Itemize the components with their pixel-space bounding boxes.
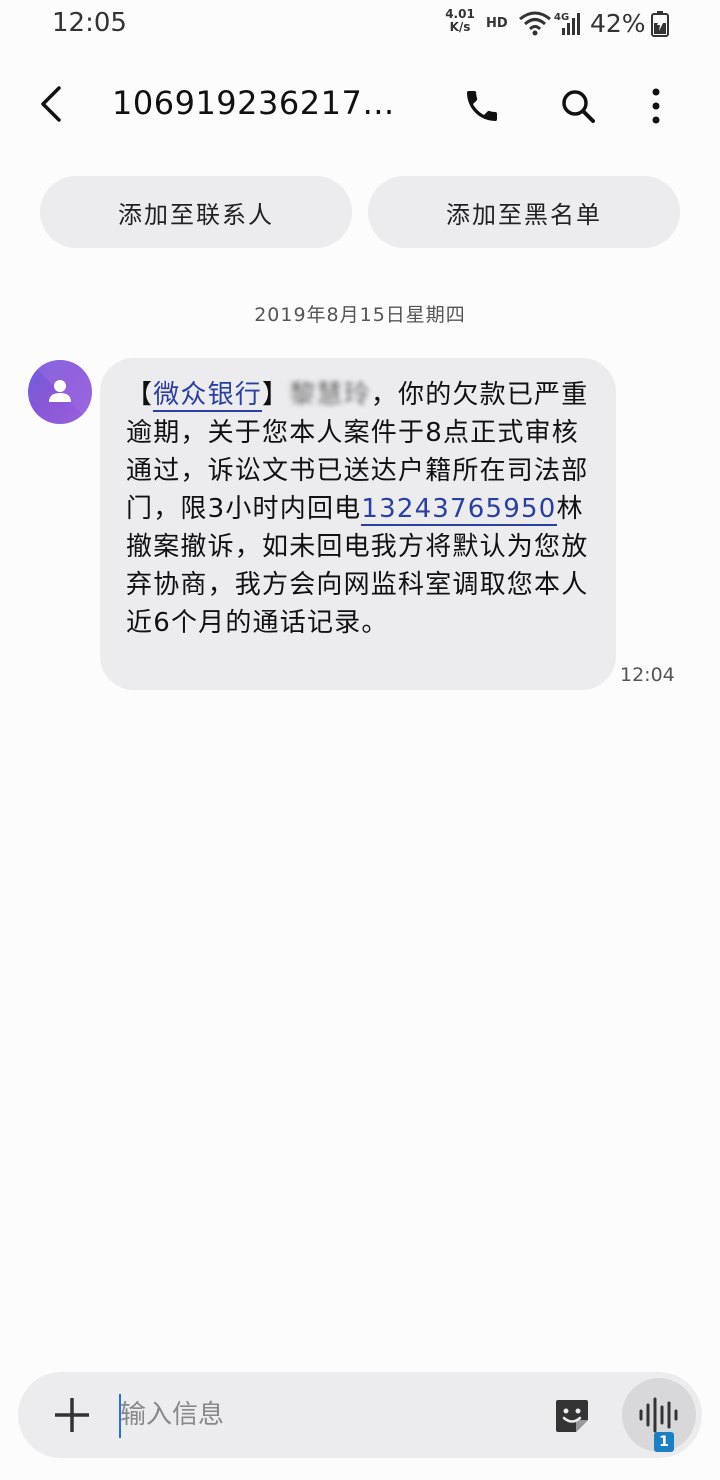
network-speed-unit: K/s: [449, 20, 471, 34]
message-timestamp: 12:04: [620, 664, 675, 686]
wifi-icon: [519, 11, 551, 36]
back-icon: [41, 86, 61, 122]
sticker-icon: [556, 1400, 588, 1432]
sender-avatar[interactable]: [28, 360, 92, 424]
conversation-title: 106919236217…: [112, 84, 395, 122]
more-vertical-icon: [652, 88, 660, 124]
search-button[interactable]: [552, 80, 604, 132]
sticker-button[interactable]: [550, 1394, 594, 1438]
add-to-contacts-button[interactable]: 添加至联系人: [40, 176, 352, 248]
more-options-button[interactable]: [632, 80, 680, 132]
search-icon: [562, 90, 595, 123]
redacted-name: 黎慧玲: [289, 380, 371, 410]
plus-icon: [55, 1398, 89, 1432]
messages-screen: 12:05 4.01 K/s HD 4G 42% 106919236217… 添…: [0, 0, 720, 1480]
date-divider: 2019年8月15日星期四: [254, 304, 466, 326]
status-time: 12:05: [52, 8, 127, 38]
battery-percent: 42%: [590, 9, 646, 38]
call-button[interactable]: [456, 80, 508, 132]
bank-name-link[interactable]: 微众银行: [153, 380, 263, 412]
bracket-close: 】: [262, 380, 290, 410]
hd-badge: HD: [486, 16, 508, 31]
voice-waveform-icon: [639, 1397, 678, 1433]
phone-icon: [467, 91, 497, 121]
compose-bar: [18, 1372, 702, 1458]
bracket-open: 【: [126, 380, 154, 410]
person-icon: [28, 360, 92, 424]
phone-number-link[interactable]: 13243765950: [361, 494, 557, 526]
add-to-blacklist-button[interactable]: 添加至黑名单: [368, 176, 680, 248]
message-text: 【微众银行】黎慧玲，你的欠款已严重逾期，关于您本人案件于8点正式审核通过，诉讼文…: [126, 376, 596, 642]
message-bubble[interactable]: 【微众银行】黎慧玲，你的欠款已严重逾期，关于您本人案件于8点正式审核通过，诉讼文…: [100, 358, 616, 690]
status-bar: 12:05 4.01 K/s HD 4G 42%: [0, 0, 720, 52]
message-input[interactable]: [120, 1392, 540, 1438]
sim-card-badge: 1: [654, 1432, 674, 1452]
network-speed: 4.01 K/s: [440, 8, 480, 34]
back-button[interactable]: [28, 80, 76, 128]
cell-signal-icon: [562, 13, 580, 35]
conversation-header: 106919236217…: [0, 60, 720, 150]
battery-charging-icon: [651, 11, 669, 37]
attach-button[interactable]: [50, 1390, 94, 1440]
